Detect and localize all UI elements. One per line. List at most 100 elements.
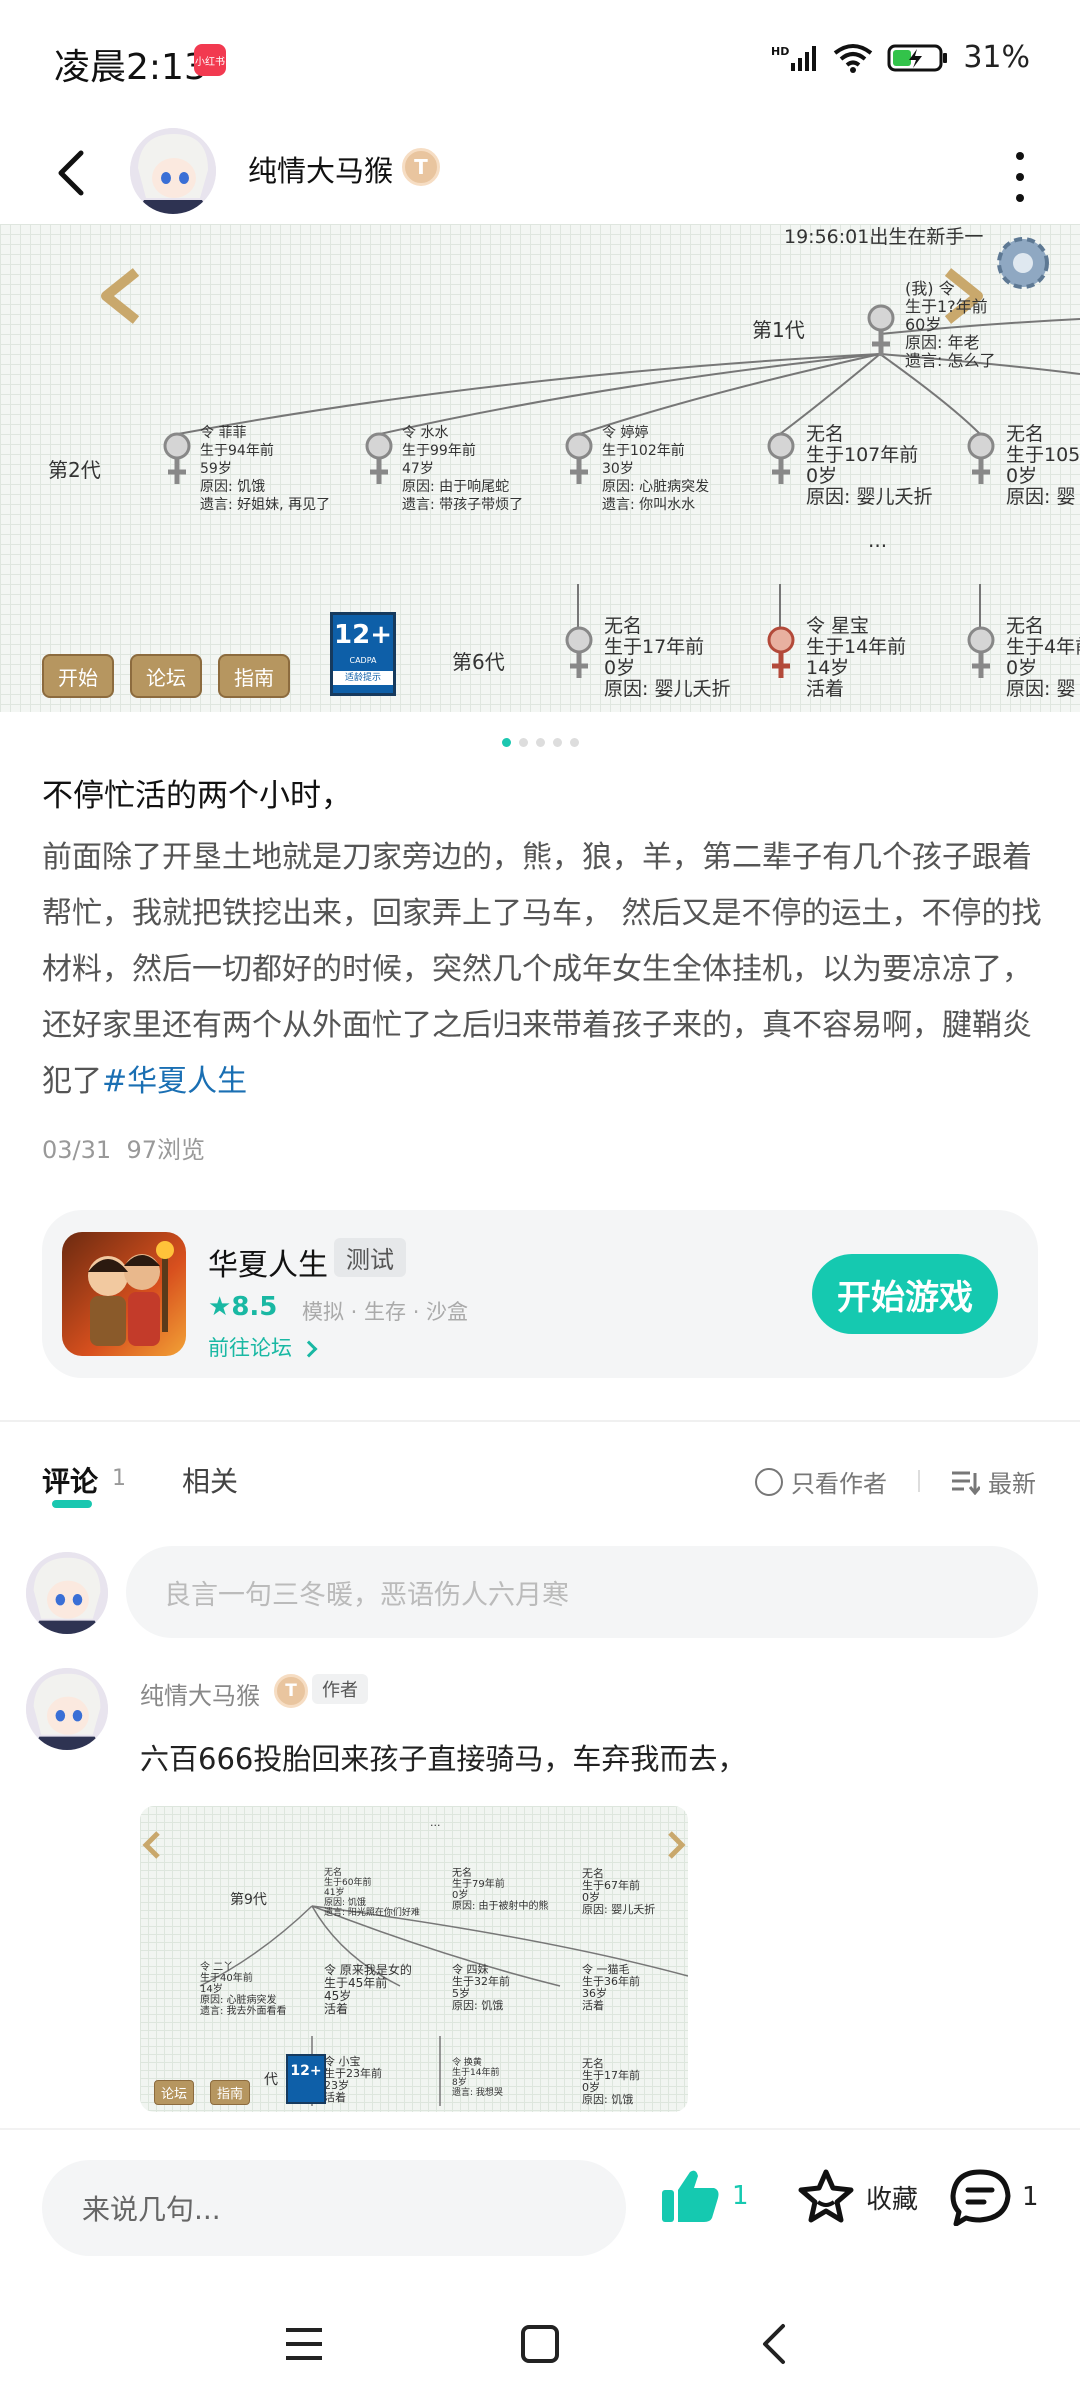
bottom-action-bar: 来说几句... 1 收藏 1: [0, 2128, 1080, 2284]
author-avatar[interactable]: [130, 128, 216, 214]
tab-related[interactable]: 相关: [182, 1460, 238, 1500]
gen2-person: [362, 430, 396, 490]
status-time: 凌晨2:13: [54, 47, 207, 88]
start-game-button[interactable]: 开始游戏: [812, 1254, 998, 1334]
back-button[interactable]: [40, 138, 100, 208]
image-person-info: 令 换黄 生于14年前 8岁 遗言: 我想哭: [452, 2058, 503, 2098]
level-badge-icon: T: [274, 1674, 308, 1708]
comment-count-bottom: 1: [1022, 2182, 1039, 2212]
comment-input[interactable]: 良言一句三冬暖，恶语伤人六月寒: [126, 1546, 1038, 1638]
comment-bubble-icon: [950, 2169, 1011, 2226]
generation-label: 第1代: [752, 318, 805, 342]
commenter-avatar[interactable]: [26, 1668, 108, 1750]
game-test-tag: 测试: [334, 1238, 406, 1277]
reply-input[interactable]: 来说几句...: [42, 2160, 626, 2256]
image-person-info: 无名 生于17年前 0岁 原因: 饥饿: [582, 2057, 640, 2106]
only-author-toggle[interactable]: 只看作者: [755, 1464, 887, 1499]
image-prev-arrow-icon: [142, 1831, 160, 1859]
screenshot-carousel[interactable]: 19:56:01出生在新手一 第1代 (我) 令 生于1?年前 60岁 原因: …: [0, 224, 1080, 712]
like-button[interactable]: 1: [660, 2168, 749, 2224]
image-forum-button: 论坛: [154, 2080, 195, 2105]
gen2-person: [764, 430, 798, 490]
tab-comments[interactable]: 评论: [42, 1460, 98, 1500]
birth-status-text: 19:56:01出生在新手一: [784, 226, 984, 248]
image-gen-label: 第9代: [230, 1892, 267, 1908]
image-person-info: 无名 生于67年前 0岁 原因: 婴儿夭折: [582, 1867, 656, 1916]
nav-home-button[interactable]: [512, 2316, 568, 2372]
sort-button[interactable]: 最新: [950, 1464, 1036, 1499]
game-name[interactable]: 华夏人生: [208, 1240, 328, 1284]
nav-back-button[interactable]: [746, 2316, 802, 2372]
gen6-person-info: 无名 生于4年前 0岁 原因: 婴: [1006, 615, 1080, 700]
game-forum-button: 论坛: [130, 654, 202, 698]
dot-icon: [1016, 173, 1024, 181]
gen6-person: [562, 624, 596, 684]
generation-label: 第2代: [48, 458, 101, 482]
star-outline-icon: [798, 2169, 854, 2223]
image-next-arrow-icon: [668, 1831, 686, 1859]
system-nav-bar: [0, 2284, 1080, 2400]
author-name[interactable]: 纯情大马猴: [248, 148, 393, 190]
menu-icon: [286, 2328, 322, 2360]
image-gen-label: 代: [264, 2072, 278, 2088]
level-badge-icon: T: [402, 148, 440, 186]
radio-circle-icon: [755, 1467, 783, 1496]
status-icons: HD 31%: [771, 40, 1030, 75]
more-options-button[interactable]: [1010, 152, 1030, 202]
indicator-dot: [535, 738, 545, 747]
comment-image[interactable]: ... 第9代 无名 生于60年前 41岁 原因: 饥饿 遗言: 阳光照在你们好…: [140, 1806, 688, 2112]
goto-forum-link[interactable]: 前往论坛: [208, 1332, 318, 1362]
favorite-button[interactable]: 收藏: [796, 2168, 918, 2226]
battery-icon: [887, 44, 948, 71]
game-guide-button: 指南: [218, 654, 290, 698]
image-person-info: 令 二丫 生于40年前 14岁 原因: 心脏病突发 遗言: 我去外面看看: [200, 1962, 287, 2017]
like-count: 1: [732, 2181, 749, 2211]
carousel-indicator: [0, 738, 1080, 747]
comment-button[interactable]: 1: [950, 2168, 1039, 2226]
avatar-illustration-icon: [26, 1668, 108, 1750]
game-app-icon[interactable]: [62, 1232, 186, 1356]
dot-icon: [1016, 152, 1024, 160]
svg-text:HD: HD: [771, 45, 789, 58]
sort-label: 最新: [988, 1470, 1036, 1498]
image-person-info: 令 小宝 生于23年前 23岁 活着: [324, 2055, 382, 2104]
settings-gear-icon[interactable]: [990, 230, 1056, 296]
carousel-prev-arrow-icon[interactable]: [96, 266, 146, 326]
star-icon: ★: [208, 1292, 232, 1322]
nav-back-icon: [763, 2324, 785, 2364]
gen6-person-info: 无名 生于17年前 0岁 原因: 婴儿夭折: [604, 615, 731, 700]
gen6-person: [764, 624, 798, 684]
commenter-name[interactable]: 纯情大马猴: [140, 1676, 260, 1711]
home-square-icon: [521, 2325, 559, 2363]
avatar-illustration-icon: [26, 1552, 108, 1634]
image-age-rating-badge: 12+: [286, 2054, 326, 2104]
female-symbol-alive-icon: [767, 626, 795, 678]
generation-label: 第6代: [452, 650, 505, 674]
dot-icon: [1016, 194, 1024, 202]
post-title: 不停忙活的两个小时，: [42, 778, 352, 814]
status-bar: 凌晨2:13 小红书 HD 31%: [0, 0, 1080, 120]
game-rating: ★8.5: [208, 1292, 277, 1322]
female-symbol-icon: [565, 626, 593, 678]
game-card[interactable]: 华夏人生 测试 ★8.5 模拟 · 生存 · 沙盒 前往论坛 开始游戏: [42, 1210, 1038, 1378]
game-start-button: 开始: [42, 654, 114, 698]
indicator-dot: [569, 738, 579, 747]
nav-menu-button[interactable]: [276, 2316, 332, 2372]
female-symbol-icon: [867, 304, 895, 356]
ellipsis: ...: [868, 528, 888, 552]
post-date: 03/31: [42, 1136, 112, 1164]
hashtag-link[interactable]: #华夏人生: [102, 1064, 247, 1099]
section-divider: [0, 1420, 1080, 1422]
gen2-person: [964, 430, 998, 490]
gen2-person-info: 无名 生于105 0岁 原因: 婴: [1006, 423, 1080, 508]
age-rating-badge: 12+ CADPA 适龄提示: [330, 612, 396, 696]
game-score-value: 8.5: [231, 1292, 278, 1322]
active-tab-indicator: [52, 1500, 92, 1508]
gen6-person-info: 令 星宝 生于14年前 14岁 活着: [806, 615, 907, 700]
female-symbol-icon: [565, 432, 593, 484]
back-arrow-icon: [58, 150, 84, 196]
gen1-person-info: (我) 令 生于1?年前 60岁 原因: 年老 遗言: 怎么了: [905, 279, 996, 370]
gen2-person-info: 无名 生于107年前 0岁 原因: 婴儿夭折: [806, 423, 933, 508]
post-header: 纯情大马猴 T: [0, 120, 1080, 230]
female-symbol-icon: [365, 432, 393, 484]
